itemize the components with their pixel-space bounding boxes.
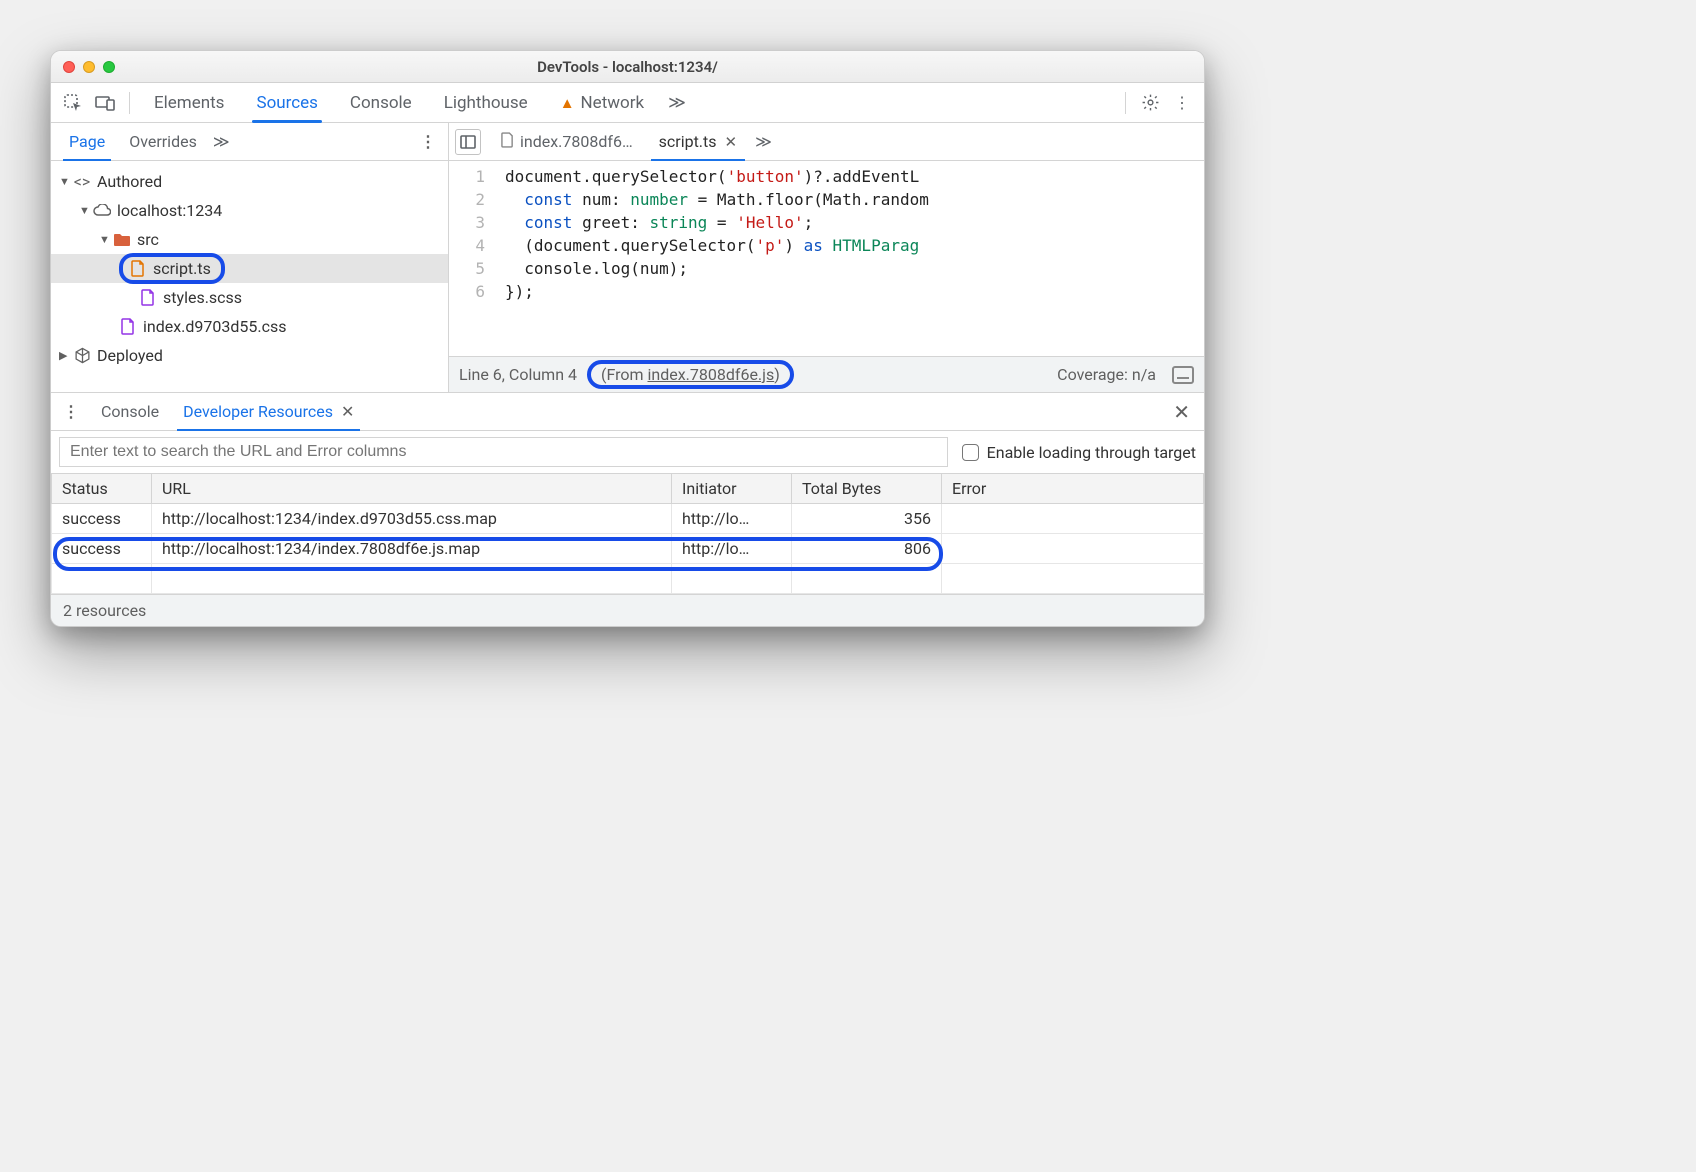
titlebar: DevTools - localhost:1234/ bbox=[51, 51, 1204, 83]
tree-host[interactable]: ▼ localhost:1234 bbox=[51, 196, 448, 225]
close-drawer-icon[interactable]: ✕ bbox=[1165, 400, 1198, 424]
toggle-navigator-icon[interactable] bbox=[455, 129, 481, 155]
sourcemap-origin[interactable]: (From index.7808df6e.js) bbox=[587, 360, 794, 389]
table-row[interactable]: success http://localhost:1234/index.7808… bbox=[52, 534, 1204, 564]
tab-lighthouse[interactable]: Lighthouse bbox=[430, 83, 542, 122]
line-gutter: 1 2 3 4 5 6 bbox=[449, 161, 497, 356]
resource-count: 2 resources bbox=[63, 601, 146, 620]
navigator-tab-page[interactable]: Page bbox=[57, 123, 117, 160]
code-content[interactable]: document.querySelector('button')?.addEve… bbox=[497, 161, 1204, 356]
search-input[interactable] bbox=[59, 437, 948, 467]
file-tree: ▼ <> Authored ▼ localhost:1234 ▼ s bbox=[51, 161, 448, 376]
main-tabbar: Elements Sources Console Lighthouse ▲Net… bbox=[51, 83, 1204, 123]
deploy-icon bbox=[73, 347, 91, 365]
tab-sources[interactable]: Sources bbox=[242, 83, 331, 122]
tree-authored[interactable]: ▼ <> Authored bbox=[51, 167, 448, 196]
show-drawer-icon[interactable] bbox=[1172, 366, 1194, 384]
devres-table: Status URL Initiator Total Bytes Error s… bbox=[51, 473, 1204, 594]
code-icon: <> bbox=[73, 173, 91, 191]
navigator-tab-overrides[interactable]: Overrides bbox=[117, 123, 209, 160]
col-bytes[interactable]: Total Bytes bbox=[792, 474, 942, 504]
col-error[interactable]: Error bbox=[942, 474, 1204, 504]
tab-console[interactable]: Console bbox=[336, 83, 426, 122]
close-tab-icon[interactable]: ✕ bbox=[725, 133, 738, 151]
navigator-tabs: Page Overrides ≫ ⋮ bbox=[51, 123, 448, 161]
table-row[interactable]: success http://localhost:1234/index.d970… bbox=[52, 504, 1204, 534]
col-url[interactable]: URL bbox=[152, 474, 672, 504]
editor-statusbar: Line 6, Column 4 (From index.7808df6e.js… bbox=[449, 356, 1204, 392]
editor-tab-script-ts[interactable]: script.ts ✕ bbox=[649, 123, 747, 160]
drawer-tab-console[interactable]: Console bbox=[89, 393, 171, 430]
file-icon bbox=[119, 318, 137, 336]
tab-network[interactable]: ▲Network bbox=[546, 83, 658, 122]
navigator-pane: Page Overrides ≫ ⋮ ▼ <> Authored ▼ local… bbox=[51, 123, 449, 392]
tabs-overflow[interactable]: ≫ bbox=[662, 83, 692, 122]
traffic-lights bbox=[63, 61, 115, 73]
col-initiator[interactable]: Initiator bbox=[672, 474, 792, 504]
navigator-tabs-overflow[interactable]: ≫ bbox=[209, 123, 234, 160]
warning-icon: ▲ bbox=[560, 94, 575, 112]
tree-deployed[interactable]: ▶ Deployed bbox=[51, 341, 448, 370]
devres-filterbar: Enable loading through target bbox=[51, 431, 1204, 473]
twisty-icon: ▼ bbox=[99, 233, 113, 246]
drawer-tabs: ⋮ Console Developer Resources ✕ ✕ bbox=[51, 393, 1204, 431]
tree-src-folder[interactable]: ▼ src bbox=[51, 225, 448, 254]
checkbox-icon bbox=[962, 444, 979, 461]
device-toolbar-icon[interactable] bbox=[91, 89, 119, 117]
settings-icon[interactable] bbox=[1136, 89, 1164, 117]
cloud-icon bbox=[93, 202, 111, 220]
editor-pane: index.7808df6… script.ts ✕ ≫ 1 2 3 4 5 6… bbox=[449, 123, 1204, 392]
window-title: DevTools - localhost:1234/ bbox=[51, 58, 1204, 76]
tree-file-styles-scss[interactable]: styles.scss bbox=[51, 283, 448, 312]
file-icon bbox=[129, 260, 147, 278]
tree-file-script-ts[interactable]: script.ts bbox=[51, 254, 448, 283]
table-row-empty bbox=[52, 564, 1204, 594]
devres-footer: 2 resources bbox=[51, 594, 1204, 626]
file-icon bbox=[139, 289, 157, 307]
kebab-menu-icon[interactable]: ⋮ bbox=[1168, 89, 1196, 117]
highlight-marker: script.ts bbox=[119, 253, 225, 284]
col-status[interactable]: Status bbox=[52, 474, 152, 504]
status-linecol: Line 6, Column 4 bbox=[459, 365, 577, 384]
editor-tabs: index.7808df6… script.ts ✕ ≫ bbox=[449, 123, 1204, 161]
sources-main: Page Overrides ≫ ⋮ ▼ <> Authored ▼ local… bbox=[51, 123, 1204, 393]
editor-tabs-overflow[interactable]: ≫ bbox=[753, 123, 774, 160]
tab-elements[interactable]: Elements bbox=[140, 83, 238, 122]
devres-table-wrap: Status URL Initiator Total Bytes Error s… bbox=[51, 473, 1204, 594]
navigator-menu-icon[interactable]: ⋮ bbox=[414, 132, 442, 151]
editor-tab-index-js[interactable]: index.7808df6… bbox=[491, 123, 643, 160]
twisty-icon: ▶ bbox=[59, 349, 73, 362]
minimize-window-button[interactable] bbox=[83, 61, 95, 73]
table-header-row: Status URL Initiator Total Bytes Error bbox=[52, 474, 1204, 504]
drawer-tab-devres[interactable]: Developer Resources ✕ bbox=[171, 393, 366, 430]
tree-file-index-css[interactable]: index.d9703d55.css bbox=[51, 312, 448, 341]
file-icon bbox=[501, 132, 514, 152]
close-window-button[interactable] bbox=[63, 61, 75, 73]
folder-icon bbox=[113, 231, 131, 249]
twisty-icon: ▼ bbox=[79, 204, 93, 217]
inspect-element-icon[interactable] bbox=[59, 89, 87, 117]
twisty-icon: ▼ bbox=[59, 175, 73, 188]
drawer-menu-icon[interactable]: ⋮ bbox=[57, 402, 85, 421]
code-editor[interactable]: 1 2 3 4 5 6 document.querySelector('butt… bbox=[449, 161, 1204, 356]
status-coverage: Coverage: n/a bbox=[1057, 365, 1156, 384]
zoom-window-button[interactable] bbox=[103, 61, 115, 73]
close-tab-icon[interactable]: ✕ bbox=[341, 402, 354, 421]
devtools-window: DevTools - localhost:1234/ Elements Sour… bbox=[50, 50, 1205, 627]
enable-loading-checkbox[interactable]: Enable loading through target bbox=[962, 443, 1196, 462]
